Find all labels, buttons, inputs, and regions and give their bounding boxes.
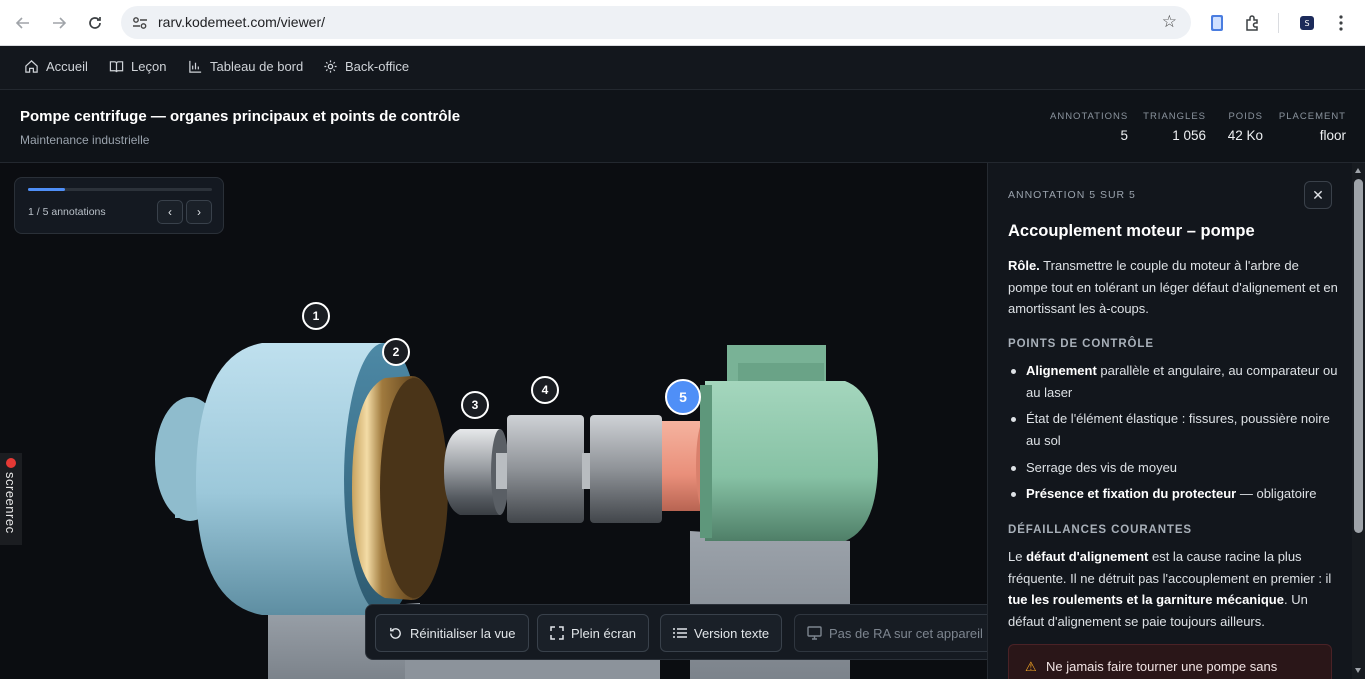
scroll-down-icon[interactable] xyxy=(1355,668,1361,673)
nav-item-label: Accueil xyxy=(46,59,88,74)
address-bar[interactable]: rarv.kodemeet.com/viewer/ ☆ xyxy=(121,6,1191,39)
toolbar-divider xyxy=(1278,13,1279,33)
model-viewer[interactable]: 1 2 3 4 5 1 / 5 annotations ‹ › Réinitia… xyxy=(0,163,987,679)
failures-heading: DÉFAILLANCES COURANTES xyxy=(1008,524,1193,536)
svg-text:S: S xyxy=(1304,19,1309,28)
bearing-housing-face xyxy=(380,378,448,598)
puzzle-extensions-icon[interactable] xyxy=(1242,11,1264,35)
coupling-hub-pump[interactable] xyxy=(507,415,584,523)
site-settings-icon[interactable] xyxy=(131,14,149,32)
stat-placement: PLACEMENT floor xyxy=(1278,111,1346,143)
progress-fill xyxy=(28,188,65,191)
reload-icon[interactable] xyxy=(83,11,107,35)
checkpoint-item: Alignement parallèle et angulaire, au co… xyxy=(1008,360,1338,404)
lesson-header: Pompe centrifuge — organes principaux et… xyxy=(0,90,1365,163)
page-title: Pompe centrifuge — organes principaux et… xyxy=(20,108,461,125)
nav-item-tableau-de-bord[interactable]: Tableau de bord xyxy=(188,59,303,74)
fullscreen-button[interactable]: Plein écran xyxy=(537,614,650,652)
close-panel-button[interactable]: ✕ xyxy=(1304,181,1332,209)
annotation-marker-4[interactable]: 4 xyxy=(531,376,559,404)
nav-item-accueil[interactable]: Accueil xyxy=(24,59,88,74)
stat-poids: POIDS 42 Ko xyxy=(1227,111,1263,143)
chrome-menu-icon[interactable] xyxy=(1331,11,1351,35)
monitor-icon xyxy=(807,626,822,640)
nav-item-label: Back-office xyxy=(345,59,410,74)
bar-chart-icon xyxy=(189,60,202,73)
scroll-up-icon[interactable] xyxy=(1355,168,1361,173)
book-icon xyxy=(109,61,124,73)
screenrec-widget[interactable]: screenrec xyxy=(0,453,22,545)
role-paragraph: Rôle. Transmettre le couple du moteur à … xyxy=(1008,258,1338,316)
stat-triangles: TRIANGLES 1 056 xyxy=(1143,111,1206,143)
annotation-marker-3[interactable]: 3 xyxy=(461,391,489,419)
gear-icon xyxy=(324,60,337,73)
browser-toolbar: rarv.kodemeet.com/viewer/ ☆ S xyxy=(0,0,1365,46)
panel-scrollbar[interactable] xyxy=(1352,163,1365,679)
annotation-title: Accouplement moteur – pompe xyxy=(1008,222,1255,240)
annotation-marker-5[interactable]: 5 xyxy=(665,379,701,415)
motor-flange xyxy=(700,385,712,538)
pump-3d-model[interactable] xyxy=(0,163,987,679)
progress-track xyxy=(28,188,212,191)
annotation-marker-1[interactable]: 1 xyxy=(302,302,330,330)
warning-icon: ⚠ xyxy=(1025,659,1037,674)
home-icon xyxy=(25,60,38,73)
page-subtitle: Maintenance industrielle xyxy=(20,133,150,147)
app-nav: Accueil Leçon Tableau de bord Back-offic… xyxy=(0,46,1365,90)
annotation-marker-2[interactable]: 2 xyxy=(382,338,410,366)
chevron-right-icon: › xyxy=(197,205,201,219)
progress-text: 1 / 5 annotations xyxy=(28,206,106,218)
fullscreen-icon xyxy=(550,626,564,640)
electric-motor[interactable] xyxy=(705,381,878,541)
bookmark-star-icon[interactable]: ☆ xyxy=(1162,12,1177,32)
extension-icon[interactable] xyxy=(1206,11,1228,35)
annotation-panel: ANNOTATION 5 SUR 5 ✕ Accouplement moteur… xyxy=(987,163,1352,679)
warning-callout: ⚠ Ne jamais faire tourner une pompe sans xyxy=(1008,644,1332,679)
checkpoint-item: Serrage des vis de moyeu xyxy=(1008,457,1338,479)
failures-paragraph: Le défaut d'alignement est la cause raci… xyxy=(1008,549,1332,629)
close-icon: ✕ xyxy=(1312,186,1324,203)
annotation-counter: ANNOTATION 5 SUR 5 xyxy=(1008,189,1136,201)
scroll-thumb[interactable] xyxy=(1354,179,1363,533)
ar-unavailable-button: Pas de RA sur cet appareil xyxy=(794,614,987,652)
next-annotation-button[interactable]: › xyxy=(186,200,212,224)
previous-annotation-button[interactable]: ‹ xyxy=(157,200,183,224)
screenrec-label: screenrec xyxy=(3,472,18,534)
coupling-hub-motor[interactable] xyxy=(590,415,662,523)
stat-annotations: ANNOTATIONS 5 xyxy=(1050,111,1129,143)
back-icon[interactable] xyxy=(11,11,35,35)
reset-icon xyxy=(390,627,401,639)
warning-text: Ne jamais faire tourner une pompe sans xyxy=(1046,659,1278,674)
checkpoint-item: Présence et fixation du protecteur — obl… xyxy=(1008,483,1338,505)
reset-view-button[interactable]: Réinitialiser la vue xyxy=(375,614,529,652)
nav-item-lecon[interactable]: Leçon xyxy=(109,59,166,74)
checkpoint-item: État de l'élément élastique : fissures, … xyxy=(1008,408,1338,452)
coupling-highlighted[interactable] xyxy=(662,421,700,511)
nav-item-back-office[interactable]: Back-office xyxy=(323,59,409,74)
text-version-button[interactable]: Version texte xyxy=(660,614,783,652)
record-dot-icon xyxy=(6,458,16,468)
list-icon xyxy=(673,628,687,638)
annotation-progress-card: 1 / 5 annotations ‹ › xyxy=(14,177,224,234)
nav-item-label: Leçon xyxy=(131,59,167,74)
viewer-toolbar: Réinitialiser la vue Plein écran Version… xyxy=(365,604,987,660)
chevron-left-icon: ‹ xyxy=(168,205,172,219)
profile-icon[interactable]: S xyxy=(1297,11,1317,35)
checkpoints-heading: POINTS DE CONTRÔLE xyxy=(1008,338,1154,350)
forward-icon[interactable] xyxy=(47,11,71,35)
url-text: rarv.kodemeet.com/viewer/ xyxy=(158,14,326,30)
nav-item-label: Tableau de bord xyxy=(210,59,304,74)
